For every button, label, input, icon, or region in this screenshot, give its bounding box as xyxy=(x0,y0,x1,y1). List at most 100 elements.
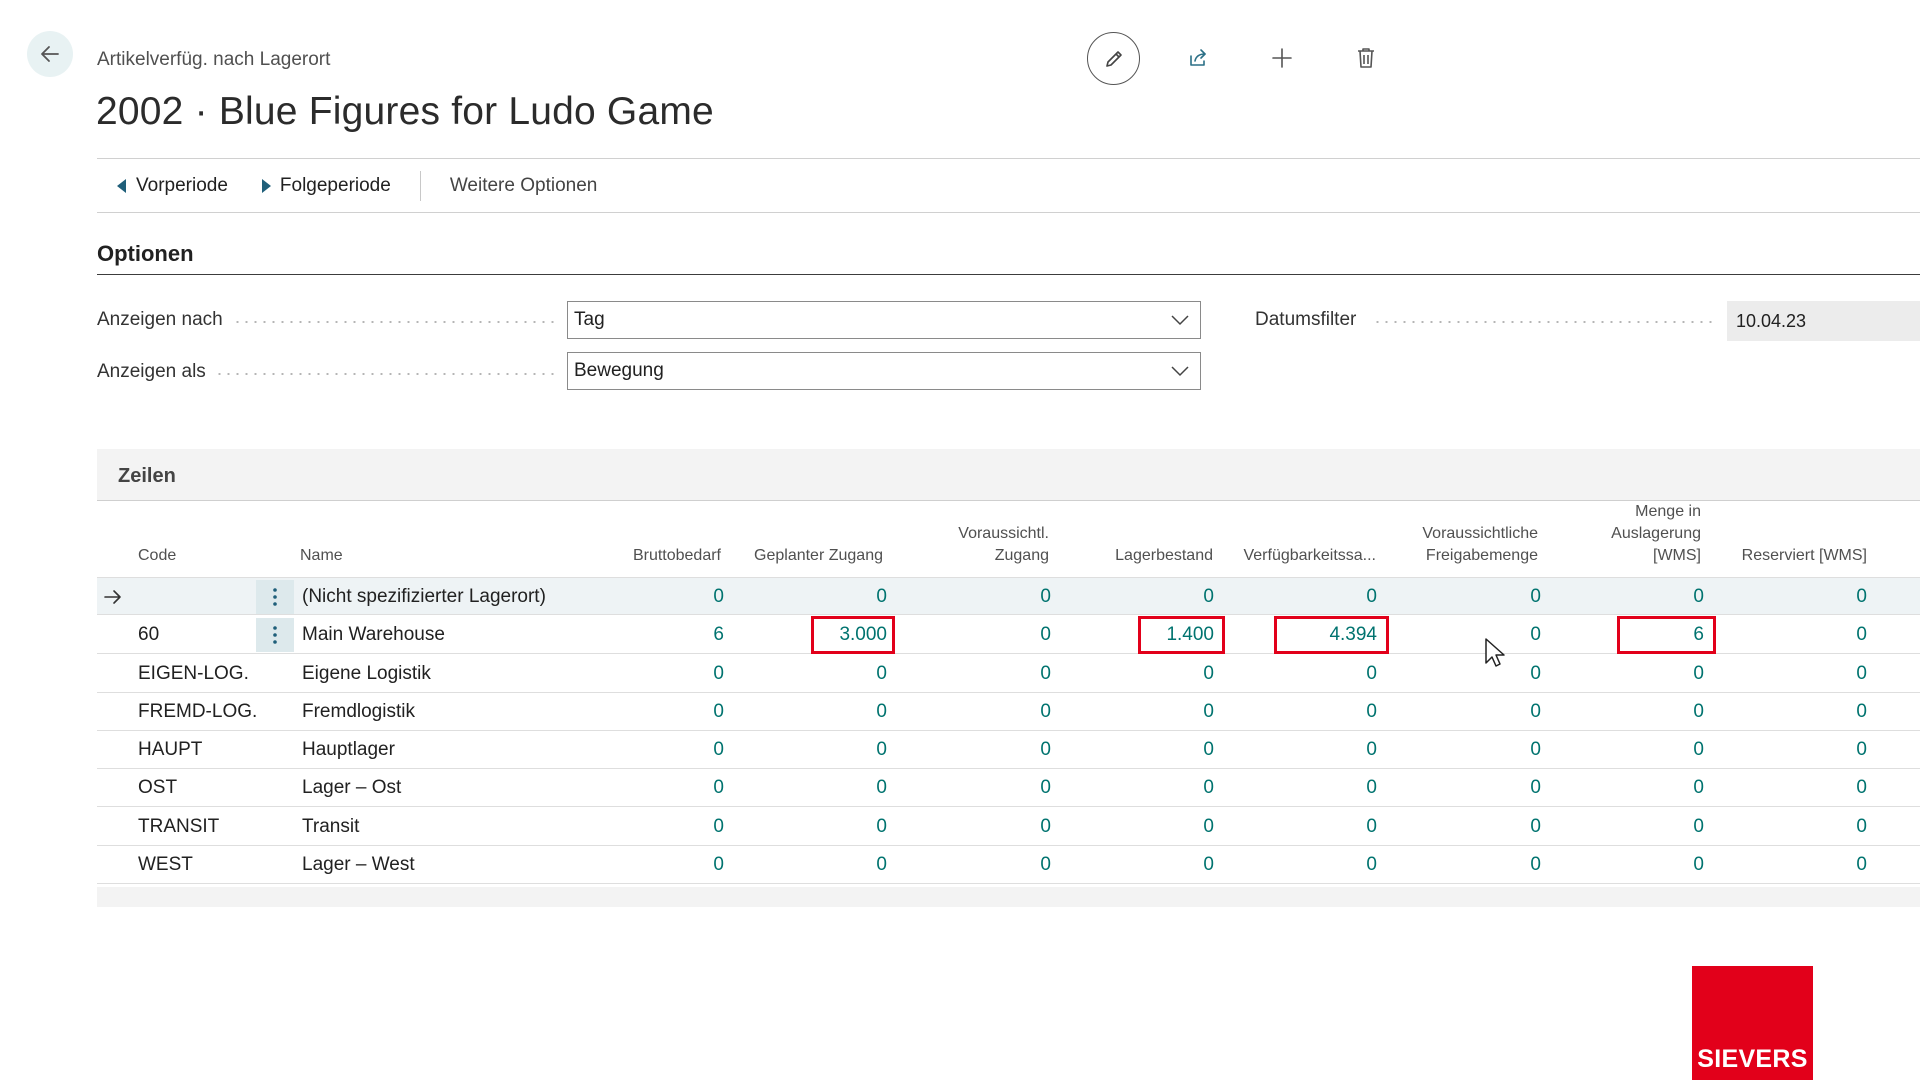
cell-inventory[interactable]: 0 xyxy=(1094,693,1214,731)
cell-pick[interactable]: 0 xyxy=(1584,693,1704,731)
cell-pick[interactable]: 0 xyxy=(1584,578,1704,616)
cell-code[interactable]: HAUPT xyxy=(138,731,202,769)
cell-gross[interactable]: 0 xyxy=(604,846,724,884)
table-row[interactable]: EIGEN-LOG. Eigene Logistik 0 0 0 0 0 0 0… xyxy=(97,655,1920,693)
col-header-planned[interactable]: Geplanter Zugang xyxy=(717,545,883,567)
cell-reserved[interactable]: 0 xyxy=(1747,769,1867,807)
previous-period-button[interactable]: Vorperiode xyxy=(117,159,228,212)
cell-available[interactable]: 0 xyxy=(1257,693,1377,731)
cell-planned[interactable]: 0 xyxy=(767,693,887,731)
cell-available[interactable]: 0 xyxy=(1257,578,1377,616)
col-header-release-line2[interactable]: Freigabemenge xyxy=(1387,545,1538,567)
cell-expected[interactable]: 0 xyxy=(931,769,1051,807)
col-header-pick-line1[interactable]: Menge in xyxy=(1567,501,1701,523)
cell-code[interactable]: WEST xyxy=(138,846,193,884)
table-row[interactable]: OST Lager – Ost 0 0 0 0 0 0 0 0 xyxy=(97,769,1920,807)
col-header-available[interactable]: Verfügbarkeitssa... xyxy=(1217,545,1376,567)
cell-reserved[interactable]: 0 xyxy=(1747,808,1867,846)
cell-name[interactable]: Lager – Ost xyxy=(302,769,401,807)
cell-planned[interactable]: 0 xyxy=(767,578,887,616)
cell-release[interactable]: 0 xyxy=(1421,846,1541,884)
cell-inventory[interactable]: 0 xyxy=(1094,731,1214,769)
share-button[interactable] xyxy=(1180,40,1216,76)
cell-name[interactable]: Main Warehouse xyxy=(302,616,445,654)
cell-reserved[interactable]: 0 xyxy=(1747,616,1867,654)
cell-planned[interactable]: 0 xyxy=(767,769,887,807)
cell-name[interactable]: (Nicht spezifizierter Lagerort) xyxy=(302,578,546,616)
col-header-release-line1[interactable]: Voraussichtliche xyxy=(1387,523,1538,545)
show-as-select[interactable]: Bewegung xyxy=(567,352,1201,390)
cell-gross[interactable]: 0 xyxy=(604,693,724,731)
col-header-name[interactable]: Name xyxy=(300,545,343,567)
col-header-expected-line2[interactable]: Zugang xyxy=(917,545,1049,567)
table-row[interactable]: HAUPT Hauptlager 0 0 0 0 0 0 0 0 xyxy=(97,731,1920,769)
cell-available[interactable]: 0 xyxy=(1257,655,1377,693)
delete-button[interactable] xyxy=(1348,40,1384,76)
cell-planned[interactable]: 0 xyxy=(767,655,887,693)
cell-name[interactable]: Lager – West xyxy=(302,846,415,884)
cell-code[interactable]: FREMD-LOG. xyxy=(138,693,257,731)
cell-reserved[interactable]: 0 xyxy=(1747,693,1867,731)
cell-gross[interactable]: 0 xyxy=(604,731,724,769)
cell-name[interactable]: Fremdlogistik xyxy=(302,693,415,731)
next-period-button[interactable]: Folgeperiode xyxy=(261,159,391,212)
cell-expected[interactable]: 0 xyxy=(931,578,1051,616)
cell-expected[interactable]: 0 xyxy=(931,731,1051,769)
cell-available[interactable]: 0 xyxy=(1257,808,1377,846)
cell-release[interactable]: 0 xyxy=(1421,616,1541,654)
cell-gross[interactable]: 0 xyxy=(604,578,724,616)
cell-name[interactable]: Eigene Logistik xyxy=(302,655,431,693)
cell-release[interactable]: 0 xyxy=(1421,655,1541,693)
cell-pick[interactable]: 0 xyxy=(1584,846,1704,884)
cell-inventory[interactable]: 0 xyxy=(1094,578,1214,616)
cell-expected[interactable]: 0 xyxy=(931,616,1051,654)
cell-inventory[interactable]: 0 xyxy=(1094,769,1214,807)
cell-code[interactable]: TRANSIT xyxy=(138,808,219,846)
cell-planned[interactable]: 0 xyxy=(767,808,887,846)
row-actions-button[interactable] xyxy=(256,580,294,614)
table-row[interactable]: FREMD-LOG. Fremdlogistik 0 0 0 0 0 0 0 0 xyxy=(97,693,1920,731)
table-row[interactable]: (Nicht spezifizierter Lagerort) 0 0 0 0 … xyxy=(97,577,1920,615)
cell-code[interactable]: OST xyxy=(138,769,177,807)
date-filter-field[interactable]: 10.04.23 xyxy=(1727,301,1920,341)
cell-pick[interactable]: 0 xyxy=(1584,655,1704,693)
table-row[interactable]: TRANSIT Transit 0 0 0 0 0 0 0 0 xyxy=(97,808,1920,846)
cell-pick[interactable]: 0 xyxy=(1584,769,1704,807)
cell-release[interactable]: 0 xyxy=(1421,731,1541,769)
row-actions-button[interactable] xyxy=(256,618,294,652)
cell-available[interactable]: 0 xyxy=(1257,769,1377,807)
edit-button[interactable] xyxy=(1087,32,1140,85)
col-header-inventory[interactable]: Lagerbestand xyxy=(1067,545,1213,567)
cell-gross[interactable]: 0 xyxy=(604,655,724,693)
cell-reserved[interactable]: 0 xyxy=(1747,846,1867,884)
show-by-select[interactable]: Tag xyxy=(567,301,1201,339)
table-row[interactable]: 60 Main Warehouse 6 3.000 0 1.400 4.394 … xyxy=(97,616,1920,654)
cell-expected[interactable]: 0 xyxy=(931,846,1051,884)
col-header-expected-line1[interactable]: Voraussichtl. xyxy=(917,523,1049,545)
cell-available[interactable]: 0 xyxy=(1257,731,1377,769)
cell-release[interactable]: 0 xyxy=(1421,693,1541,731)
cell-code[interactable]: EIGEN-LOG. xyxy=(138,655,249,693)
cell-planned[interactable]: 0 xyxy=(767,846,887,884)
col-header-reserved[interactable]: Reserviert [WMS] xyxy=(1717,545,1867,567)
cell-name[interactable]: Transit xyxy=(302,808,359,846)
cell-gross[interactable]: 0 xyxy=(604,808,724,846)
cell-reserved[interactable]: 0 xyxy=(1747,578,1867,616)
cell-pick[interactable]: 0 xyxy=(1584,808,1704,846)
cell-name[interactable]: Hauptlager xyxy=(302,731,395,769)
new-button[interactable] xyxy=(1264,40,1300,76)
col-header-pick-line2[interactable]: Auslagerung xyxy=(1567,523,1701,545)
cell-planned[interactable]: 0 xyxy=(767,731,887,769)
cell-inventory[interactable]: 0 xyxy=(1094,846,1214,884)
cell-available[interactable]: 0 xyxy=(1257,846,1377,884)
cell-inventory[interactable]: 0 xyxy=(1094,655,1214,693)
col-header-code[interactable]: Code xyxy=(138,545,176,567)
cell-pick[interactable]: 0 xyxy=(1584,731,1704,769)
cell-code[interactable]: 60 xyxy=(138,616,159,654)
cell-release[interactable]: 0 xyxy=(1421,769,1541,807)
cell-expected[interactable]: 0 xyxy=(931,693,1051,731)
cell-release[interactable]: 0 xyxy=(1421,808,1541,846)
cell-release[interactable]: 0 xyxy=(1421,578,1541,616)
more-options-button[interactable]: Weitere Optionen xyxy=(450,159,598,212)
cell-expected[interactable]: 0 xyxy=(931,655,1051,693)
